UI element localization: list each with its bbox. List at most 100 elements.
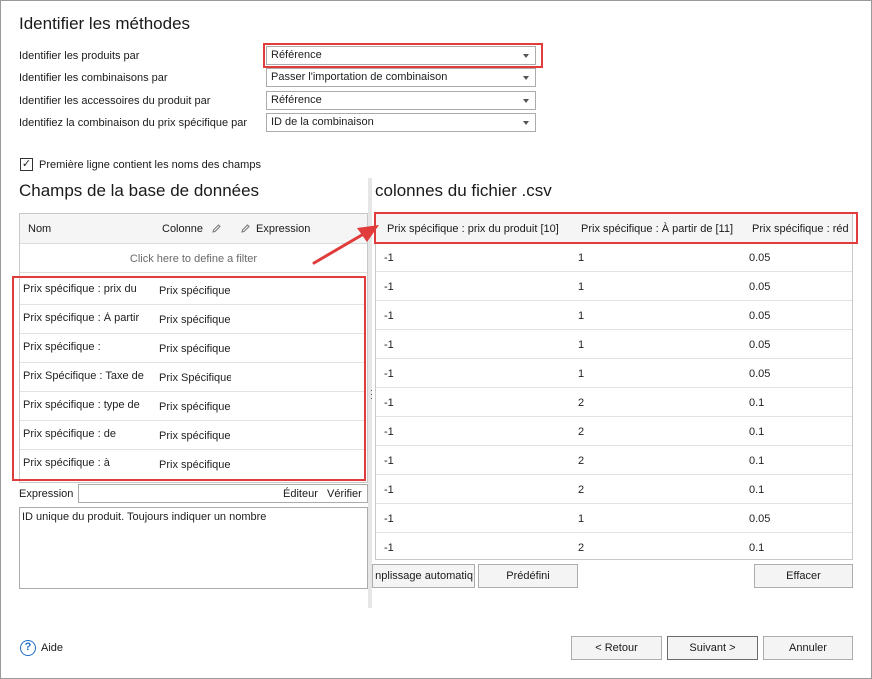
identify-products-label: Identifier les produits par — [19, 50, 140, 62]
autofill-button[interactable]: nplissage automatiq — [372, 564, 475, 588]
db-fields-title: Champs de la base de données — [19, 181, 260, 200]
field-column-cell[interactable]: Prix spécifique — [159, 285, 231, 297]
table-row[interactable]: Prix spécifique : à Prix spécifique — [20, 450, 365, 479]
field-name-cell: Prix spécifique : type de — [23, 399, 140, 411]
identify-accessories-label: Identifier les accessoires du produit pa… — [19, 95, 211, 107]
field-name-cell: Prix spécifique : — [23, 341, 101, 353]
chevron-down-icon — [523, 99, 529, 103]
table-row[interactable]: -1 2 0.1 — [376, 533, 852, 559]
chevron-down-icon — [523, 54, 529, 58]
identify-combinations-value: Passer l'importation de combinaison — [271, 71, 448, 83]
table-row[interactable]: -1 1 0.05 — [376, 301, 852, 330]
pencil-icon[interactable] — [211, 223, 222, 234]
identify-specific-price-value: ID de la combinaison — [271, 116, 374, 128]
annotation-arrow-icon — [312, 225, 379, 265]
csv-cell: 2 — [578, 426, 585, 438]
csv-cell: 0.1 — [749, 426, 765, 438]
csv-header-reduction[interactable]: Prix spécifique : réd — [752, 223, 852, 235]
editor-link[interactable]: Éditeur — [283, 488, 318, 500]
csv-cell: 0.1 — [749, 542, 765, 554]
csv-cell: 1 — [578, 281, 585, 293]
identify-products-value: Référence — [271, 49, 322, 61]
field-column-cell[interactable]: Prix Spécifique — [159, 372, 231, 384]
column-header-name[interactable]: Nom — [28, 223, 51, 235]
field-name-cell: Prix spécifique : à — [23, 457, 110, 469]
csv-cell: -1 — [384, 513, 394, 525]
table-row[interactable]: Prix spécifique : Prix spécifique — [20, 334, 365, 363]
csv-cell: 0.05 — [749, 513, 771, 525]
table-row[interactable]: -1 1 0.05 — [376, 330, 852, 359]
table-row[interactable]: Prix spécifique : type de Prix spécifiqu… — [20, 392, 365, 421]
csv-cell: -1 — [384, 281, 394, 293]
field-column-cell[interactable]: Prix spécifique — [159, 430, 231, 442]
cancel-button[interactable]: Annuler — [763, 636, 853, 660]
next-button[interactable]: Suivant > — [667, 636, 758, 660]
table-row[interactable]: -1 1 0.05 — [376, 243, 852, 272]
csv-header-from[interactable]: Prix spécifique : À partir de [11] — [581, 223, 733, 235]
csv-cell: -1 — [384, 252, 394, 264]
csv-cell: 2 — [578, 542, 585, 554]
clear-button[interactable]: Effacer — [754, 564, 853, 588]
csv-cell: 1 — [578, 310, 585, 322]
field-column-cell[interactable]: Prix spécifique — [159, 401, 231, 413]
csv-cell: 1 — [578, 339, 585, 351]
field-name-cell: Prix Spécifique : Taxe de — [23, 370, 144, 382]
table-row[interactable]: -1 2 0.1 — [376, 388, 852, 417]
chevron-down-icon — [523, 121, 529, 125]
table-row[interactable]: -1 1 0.05 — [376, 272, 852, 301]
table-row[interactable]: -1 2 0.1 — [376, 475, 852, 504]
identify-accessories-select[interactable]: Référence — [266, 91, 536, 110]
csv-cell: 2 — [578, 455, 585, 467]
expression-input[interactable] — [78, 484, 368, 503]
field-column-cell[interactable]: Prix spécifique — [159, 459, 231, 471]
table-row[interactable]: -1 1 0.05 — [376, 504, 852, 533]
table-row[interactable]: -1 2 0.1 — [376, 446, 852, 475]
pencil-icon[interactable] — [240, 223, 251, 234]
csv-cell: 0.1 — [749, 455, 765, 467]
csv-cell: 0.05 — [749, 310, 771, 322]
identify-products-select[interactable]: Référence — [266, 46, 536, 65]
csv-cell: -1 — [384, 542, 394, 554]
table-row[interactable]: -1 1 0.05 — [376, 359, 852, 388]
first-row-headers-checkbox[interactable]: ✓ — [20, 158, 33, 171]
table-row[interactable]: Prix spécifique : prix du Prix spécifiqu… — [20, 276, 365, 305]
csv-cell: -1 — [384, 455, 394, 467]
field-name-cell: Prix spécifique : prix du — [23, 283, 137, 295]
field-name-cell: Prix spécifique : de — [23, 428, 116, 440]
csv-cell: 2 — [578, 397, 585, 409]
field-column-cell[interactable]: Prix spécifique — [159, 343, 231, 355]
field-name-cell: Prix spécifique : À partir — [23, 312, 140, 324]
table-row[interactable]: Prix spécifique : de Prix spécifique — [20, 421, 365, 450]
csv-columns-title: colonnes du fichier .csv — [375, 181, 552, 200]
column-header-expression[interactable]: Expression — [256, 223, 310, 235]
identify-combinations-select[interactable]: Passer l'importation de combinaison — [266, 68, 536, 87]
table-row[interactable]: -1 2 0.1 — [376, 417, 852, 446]
csv-cell: -1 — [384, 310, 394, 322]
csv-cell: 1 — [578, 368, 585, 380]
csv-rows: -1 1 0.05 -1 1 0.05 -1 1 0.05 -1 1 0.05 … — [376, 243, 852, 559]
csv-cell: -1 — [384, 426, 394, 438]
csv-cell: -1 — [384, 339, 394, 351]
identify-accessories-value: Référence — [271, 94, 322, 106]
table-row[interactable]: Prix spécifique : À partir Prix spécifiq… — [20, 305, 365, 334]
splitter-grip-icon[interactable]: · · · — [370, 386, 373, 403]
identify-specific-price-select[interactable]: ID de la combinaison — [266, 113, 536, 132]
csv-cell: 0.05 — [749, 252, 771, 264]
identify-specific-price-label: Identifiez la combinaison du prix spécif… — [19, 117, 248, 129]
help-link[interactable]: Aide — [41, 642, 63, 654]
csv-cell: 2 — [578, 484, 585, 496]
predefined-button[interactable]: Prédéfini — [478, 564, 578, 588]
csv-cell: 0.1 — [749, 397, 765, 409]
back-button[interactable]: < Retour — [571, 636, 662, 660]
csv-cell: -1 — [384, 397, 394, 409]
table-row[interactable]: Prix Spécifique : Taxe de Prix Spécifiqu… — [20, 363, 365, 392]
csv-cell: 0.05 — [749, 368, 771, 380]
help-icon[interactable]: ? — [20, 640, 36, 656]
field-column-cell[interactable]: Prix spécifique — [159, 314, 231, 326]
csv-preview-grid: Prix spécifique : prix du produit [10] P… — [375, 213, 853, 560]
first-row-headers-label: Première ligne contient les noms des cha… — [39, 159, 261, 171]
verify-link[interactable]: Vérifier — [327, 488, 362, 500]
csv-header-price[interactable]: Prix spécifique : prix du produit [10] — [387, 223, 559, 235]
csv-cell: 1 — [578, 513, 585, 525]
column-header-column[interactable]: Colonne — [162, 223, 203, 235]
